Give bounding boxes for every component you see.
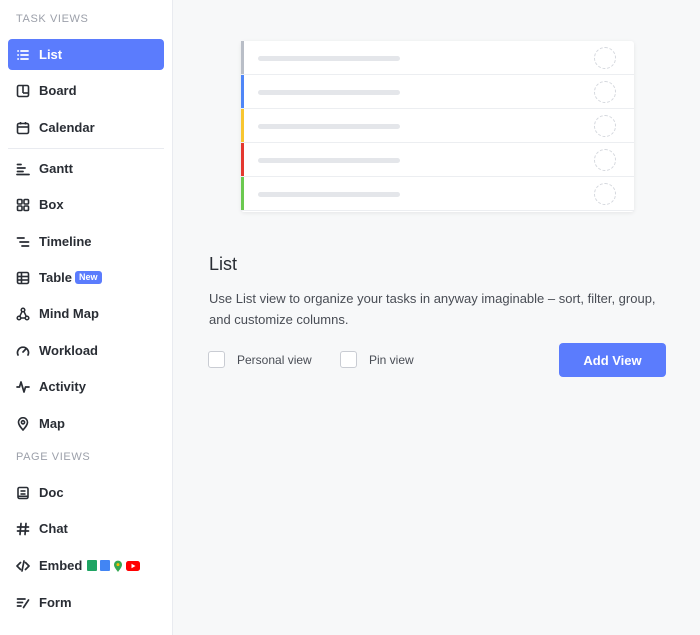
sidebar-item-label: Box	[39, 197, 64, 212]
mind-map-icon	[16, 306, 30, 321]
sidebar-item-map[interactable]: Map	[8, 408, 164, 439]
placeholder-text-line	[258, 124, 400, 129]
sidebar-item-label: Board	[39, 83, 77, 98]
sidebar-item-embed[interactable]: Embed	[8, 550, 164, 581]
view-title: List	[209, 254, 238, 274]
form-icon	[16, 596, 30, 610]
sidebar-item-label: Gantt	[39, 161, 73, 176]
sidebar-item-calendar[interactable]: Calendar	[8, 112, 164, 143]
youtube-icon	[126, 560, 141, 571]
preview-task-row	[241, 41, 634, 75]
status-color-stripe	[241, 41, 244, 74]
placeholder-text-line	[258, 90, 400, 95]
pin-view-checkbox[interactable]	[340, 351, 357, 368]
sidebar-item-label: Mind Map	[39, 306, 99, 321]
sidebar-item-table[interactable]: Table New	[8, 262, 164, 293]
sidebar-item-label: Embed	[39, 558, 83, 573]
box-icon	[16, 198, 30, 212]
sidebar-item-doc[interactable]: Doc	[8, 477, 164, 508]
gantt-icon	[16, 162, 30, 176]
task-views-heading: TASK VIEWS	[16, 13, 89, 25]
map-pin-icon	[16, 416, 30, 431]
calendar-icon	[16, 121, 30, 135]
table-icon	[16, 271, 30, 285]
status-color-stripe	[241, 75, 244, 108]
preview-task-row	[241, 177, 634, 211]
board-icon	[16, 84, 30, 98]
doc-icon	[16, 486, 30, 500]
assignee-placeholder-circle	[594, 115, 616, 137]
personal-view-checkbox[interactable]	[208, 351, 225, 368]
sidebar-item-workload[interactable]: Workload	[8, 335, 164, 366]
sidebar-item-label: Table	[39, 270, 72, 285]
status-color-stripe	[241, 143, 244, 176]
placeholder-text-line	[258, 192, 400, 197]
assignee-placeholder-circle	[594, 183, 616, 205]
workload-icon	[16, 344, 30, 358]
page-views-heading: PAGE VIEWS	[16, 451, 91, 463]
sidebar-item-label: Timeline	[39, 234, 92, 249]
status-color-stripe	[241, 109, 244, 142]
placeholder-text-line	[258, 158, 400, 163]
personal-view-label: Personal view	[237, 353, 312, 367]
sidebar-item-board[interactable]: Board	[8, 75, 164, 106]
sidebar-item-chat[interactable]: Chat	[8, 513, 164, 544]
add-view-button[interactable]: Add View	[559, 343, 666, 377]
sidebar-item-label: Chat	[39, 521, 68, 536]
google-sheets-icon	[87, 560, 98, 571]
view-description: Use List view to organize your tasks in …	[209, 291, 656, 327]
sidebar-item-label: Workload	[39, 343, 98, 358]
assignee-placeholder-circle	[594, 149, 616, 171]
google-maps-icon	[113, 560, 123, 572]
sidebar-item-label: Map	[39, 416, 65, 431]
pin-view-label: Pin view	[369, 353, 414, 367]
sidebar-item-activity[interactable]: Activity	[8, 371, 164, 402]
preview-task-row	[241, 75, 634, 109]
sidebar-item-label: Doc	[39, 485, 64, 500]
assignee-placeholder-circle	[594, 81, 616, 103]
code-icon	[16, 559, 30, 573]
sidebar-item-label: Form	[39, 595, 72, 610]
list-view-preview	[241, 41, 634, 212]
google-calendar-icon	[100, 560, 111, 571]
timeline-icon	[16, 235, 30, 249]
placeholder-text-line	[258, 56, 400, 61]
list-icon	[16, 48, 30, 62]
sidebar-item-form[interactable]: Form	[8, 587, 164, 618]
embed-app-icons	[87, 560, 141, 572]
preview-task-row	[241, 143, 634, 177]
sidebar-item-list[interactable]: List	[8, 39, 164, 70]
views-sidebar: TASK VIEWS List Board Calendar Gantt Box	[0, 0, 173, 635]
sidebar-divider	[8, 148, 164, 149]
sidebar-item-timeline[interactable]: Timeline	[8, 226, 164, 257]
hashtag-icon	[16, 522, 30, 536]
sidebar-item-box[interactable]: Box	[8, 189, 164, 220]
status-color-stripe	[241, 177, 244, 210]
activity-icon	[16, 380, 30, 394]
sidebar-item-label: List	[39, 47, 63, 62]
sidebar-item-label: Calendar	[39, 120, 95, 135]
sidebar-item-gantt[interactable]: Gantt	[8, 153, 164, 184]
preview-task-row	[241, 109, 634, 143]
assignee-placeholder-circle	[594, 47, 616, 69]
sidebar-item-mind-map[interactable]: Mind Map	[8, 298, 164, 329]
new-badge: New	[75, 271, 102, 284]
sidebar-item-label: Activity	[39, 379, 86, 394]
